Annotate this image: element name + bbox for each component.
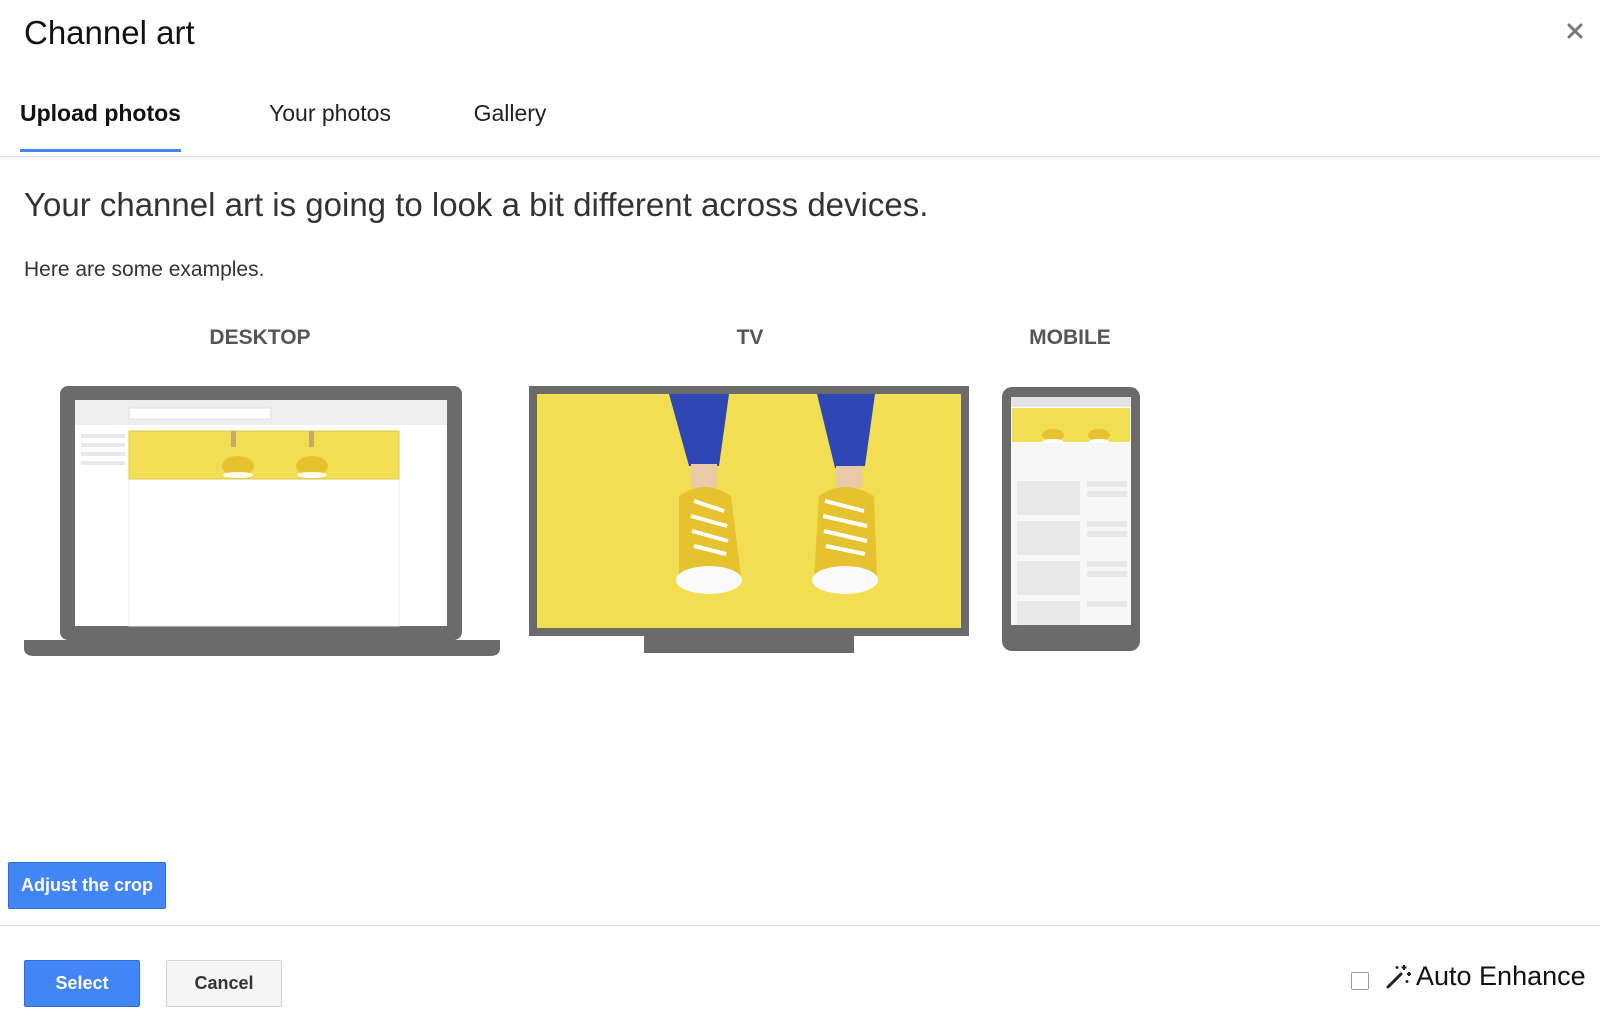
tv-label: TV [736,326,764,349]
footer-divider [0,925,1600,926]
tab-upload-photos[interactable]: Upload photos [20,92,181,154]
auto-enhance-label[interactable]: Auto Enhance [1416,961,1586,992]
tab-your-photos[interactable]: Your photos [225,92,435,154]
tv-preview [529,386,969,653]
dialog-title: Channel art [24,14,195,51]
select-button[interactable]: Select [24,960,140,1007]
desktop-label: DESKTOP [209,326,311,349]
phone-preview [1002,387,1140,651]
cancel-button[interactable]: Cancel [166,960,282,1007]
tab-bar: Upload photos Your photos Gallery [20,92,565,156]
tab-gallery[interactable]: Gallery [455,92,565,154]
dialog-header: Channel art Upload photos Your photos Ga… [0,0,1600,157]
page-subtext: Here are some examples. [24,258,265,281]
auto-enhance-checkbox[interactable] [1351,972,1369,990]
magic-wand-icon [1386,965,1411,989]
mobile-label: MOBILE [1029,326,1111,349]
adjust-crop-button[interactable]: Adjust the crop [8,862,166,909]
close-icon[interactable] [1564,20,1586,42]
laptop-preview [24,386,500,656]
page-headline: Your channel art is going to look a bit … [24,186,929,223]
